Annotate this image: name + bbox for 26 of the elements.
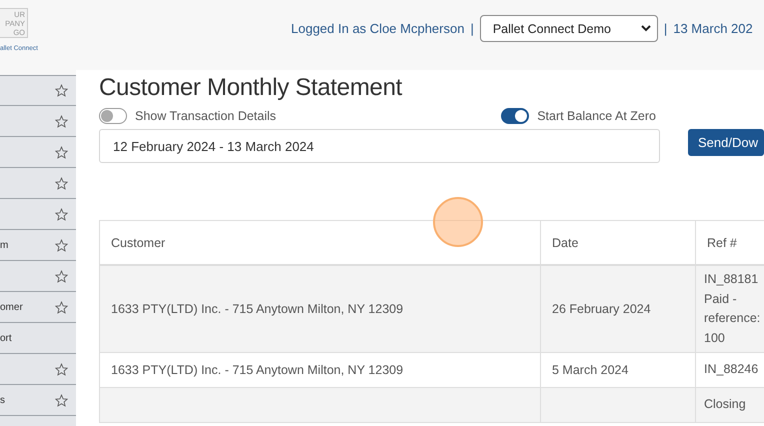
separator: | [664, 21, 668, 36]
star-icon[interactable] [55, 270, 68, 282]
toggle-switch[interactable] [501, 108, 530, 124]
star-icon[interactable] [55, 146, 68, 158]
star-icon[interactable] [55, 208, 68, 220]
company-select[interactable]: Pallet Connect Demo [480, 15, 658, 42]
table-cell: 1633 PTY(LTD) Inc. - 715 Anytown Milton, NY 12309 [100, 265, 540, 352]
star-icon[interactable] [55, 84, 68, 97]
chevron-down-icon [640, 25, 651, 32]
current-date: 13 March 202 [673, 21, 753, 36]
toggle-label: Start Balance At Zero [537, 109, 656, 123]
star-icon[interactable] [55, 394, 68, 406]
table-cell: 26 February 2024 [540, 265, 696, 352]
star-icon[interactable] [55, 300, 68, 314]
logged-in-text: Logged In as Cloe Mcpherson [291, 21, 464, 36]
toggle-label: Show Transaction Details [135, 109, 276, 123]
star-icon[interactable] [55, 114, 68, 128]
star-icon[interactable] [55, 238, 68, 252]
send-download-button[interactable]: Send/Dow [688, 129, 764, 156]
separator: | [470, 21, 474, 36]
star-icon[interactable] [55, 362, 68, 376]
star-icon[interactable] [55, 176, 68, 190]
date-range-field[interactable]: 12 February 2024 - 13 March 2024 [99, 129, 660, 163]
toggle-switch[interactable] [99, 108, 127, 124]
click-indicator [433, 197, 483, 247]
page-title: Customer Monthly Statement [99, 74, 402, 102]
